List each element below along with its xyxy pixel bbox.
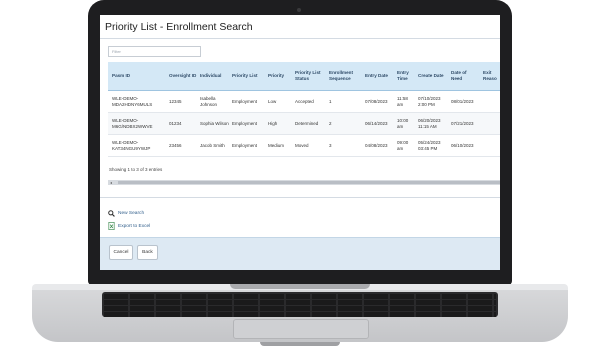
camera-icon xyxy=(297,8,301,12)
column-header[interactable]: Pasm ID xyxy=(112,62,162,90)
back-button[interactable]: Back xyxy=(137,245,158,260)
keyboard-row xyxy=(104,294,496,299)
export-excel-link[interactable]: Export to Excel xyxy=(108,222,150,230)
column-header[interactable]: Entry Time xyxy=(397,62,415,90)
cell-priority: Medium xyxy=(268,142,285,148)
cell-sequence: 1 xyxy=(329,98,332,104)
column-header[interactable]: Date of Need xyxy=(451,62,479,90)
excel-file-icon xyxy=(108,222,115,230)
column-header[interactable]: Oversight ID xyxy=(169,62,197,90)
column-header[interactable]: Priority List xyxy=(232,62,266,90)
cell-date-of-need: 06/10/2023 xyxy=(451,142,474,148)
cell-pasm-id: WLE-DEMO-KAT34NGU9YWJP xyxy=(112,139,151,151)
cell-date-of-need: 08/01/2023 xyxy=(451,98,474,104)
cancel-button[interactable]: Cancel xyxy=(109,245,133,260)
cell-oversight-id: 01234 xyxy=(169,120,182,126)
column-header[interactable]: Create Date xyxy=(418,62,448,90)
column-header[interactable]: Individual xyxy=(200,62,230,90)
column-header[interactable]: Priority List Status xyxy=(295,62,327,90)
cell-entry-date: 07/08/2023 xyxy=(365,98,388,104)
new-search-link[interactable]: New Search xyxy=(108,210,144,217)
cell-priority: High xyxy=(268,120,278,126)
scroll-left-icon[interactable]: ◂ xyxy=(110,180,112,185)
cell-status: Moved xyxy=(295,142,309,148)
cell-create-date: 06/20/2023 11:15 AM xyxy=(418,117,441,129)
footer-bar xyxy=(100,237,500,270)
trackpad xyxy=(233,319,369,339)
cell-entry-date: 06/14/2023 xyxy=(365,120,388,126)
cell-individual: Sophia Wilson xyxy=(200,120,229,126)
new-search-label: New Search xyxy=(118,211,145,216)
cell-pasm-id: WLE-DEMO-M6G/NDBX2WWVE xyxy=(112,117,153,129)
cell-date-of-need: 07/21/2023 xyxy=(451,120,474,126)
column-header[interactable]: Enrollment Sequence xyxy=(329,62,363,90)
column-header[interactable]: Priority xyxy=(268,62,292,90)
column-header[interactable]: Entry Date xyxy=(365,62,395,90)
cell-priority-list: Employment xyxy=(232,120,258,126)
cell-priority-list: Employment xyxy=(232,142,258,148)
column-header[interactable]: Exit Reaso xyxy=(483,62,500,90)
keyboard-row xyxy=(104,300,496,305)
keyboard-row xyxy=(104,306,496,311)
table-header: Pasm ID Oversight ID Individual Priority… xyxy=(108,62,500,91)
page-title: Priority List - Enrollment Search xyxy=(105,21,253,33)
cell-individual: Isabella Johnson xyxy=(200,95,218,107)
table-row[interactable]: WLE-DEMO-KAT34NGU9YWJP 23456 Jacob Smith… xyxy=(108,135,500,157)
laptop-hinge xyxy=(230,284,370,289)
title-divider xyxy=(100,38,500,39)
cell-entry-date: 04/08/2023 xyxy=(365,142,388,148)
export-excel-label: Export to Excel xyxy=(118,223,151,229)
cell-create-date: 07/10/2023 2:00 PM xyxy=(418,95,441,107)
cell-create-date: 05/24/2023 03:45 PM xyxy=(418,139,441,151)
cell-pasm-id: WLE-DEMO-MDA2HDNY6MULS xyxy=(112,95,153,107)
cell-sequence: 2 xyxy=(329,120,332,126)
entries-count: Showing 1 to 3 of 3 entries xyxy=(109,167,163,172)
cell-sequence: 3 xyxy=(329,142,332,148)
cell-oversight-id: 12345 xyxy=(169,98,182,104)
search-icon xyxy=(108,210,115,217)
app-screen: Priority List - Enrollment Search Filter… xyxy=(100,15,500,270)
cell-status: Determined xyxy=(295,120,319,126)
filter-input[interactable]: Filter xyxy=(108,46,201,57)
laptop-foot xyxy=(260,342,340,346)
table-row[interactable]: WLE-DEMO-M6G/NDBX2WWVE 01234 Sophia Wils… xyxy=(108,113,500,135)
cell-priority: Low xyxy=(268,98,277,104)
cell-entry-time: 09:00 am xyxy=(397,139,409,151)
keyboard-row xyxy=(104,312,496,317)
cell-entry-time: 10:00 am xyxy=(397,117,409,129)
cell-status: Accepted xyxy=(295,98,314,104)
cell-entry-time: 11:58 am xyxy=(397,95,408,107)
scrollbar-thumb[interactable] xyxy=(118,181,500,184)
section-divider xyxy=(100,197,500,198)
cell-oversight-id: 23456 xyxy=(169,142,182,148)
table-row[interactable]: WLE-DEMO-MDA2HDNY6MULS 12345 Isabella Jo… xyxy=(108,91,500,113)
cell-individual: Jacob Smith xyxy=(200,142,225,148)
cell-priority-list: Employment xyxy=(232,98,258,104)
